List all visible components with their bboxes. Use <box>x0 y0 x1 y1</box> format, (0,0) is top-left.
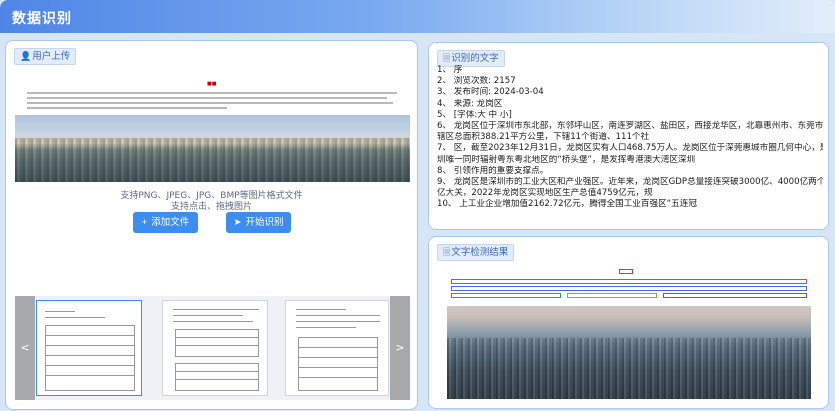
recognized-line: 4、 来源: 龙岗区 <box>437 98 503 109</box>
detection-result-tag-label: 文字检测结果 <box>451 247 509 258</box>
thumb-table <box>298 337 378 391</box>
thumb-line <box>296 321 380 322</box>
thumb-line <box>296 315 380 316</box>
detection-result-image <box>447 266 811 399</box>
thumb-line <box>45 317 105 318</box>
detection-box <box>663 293 807 298</box>
carousel-thumbnail[interactable] <box>36 300 142 396</box>
carousel-thumbnail[interactable] <box>285 300 389 396</box>
preview-city-buildings <box>15 138 410 182</box>
thumb-line <box>175 371 259 372</box>
detection-box <box>451 279 807 284</box>
recognized-text-list: 1、 序 2、 浏览次数: 2157 3、 发布时间: 2024-03-04 4… <box>437 65 823 211</box>
upload-tag: 👤用户上传 <box>14 48 77 65</box>
thumb-line <box>173 321 253 322</box>
recognized-line: 5、 [字体:大 中 小] <box>437 109 512 120</box>
page-title: 数据识别 <box>12 11 72 27</box>
page-header: 数据识别 <box>0 0 835 33</box>
thumb-line <box>175 379 259 380</box>
image-carousel: < > <box>15 296 410 400</box>
thumb-table <box>175 329 259 357</box>
recognized-line: 圳唯一同时辐射粤东粤北地区的“桥头堡”，是发挥粤港澳大湾区深圳 <box>437 154 696 165</box>
detection-city-buildings <box>447 338 811 399</box>
thumb-line <box>298 357 378 358</box>
carousel-next-button[interactable]: > <box>390 296 410 400</box>
thumb-line <box>45 311 75 312</box>
add-file-label: 添加文件 <box>151 217 190 228</box>
preview-text-line <box>27 107 227 109</box>
detection-box <box>567 293 657 298</box>
carousel-prev-button[interactable]: < <box>15 296 35 400</box>
start-recognition-label: 开始识别 <box>245 217 284 228</box>
thumb-line <box>298 367 378 368</box>
recognized-line: 亿大关，2022年龙岗区实现地区生产总值4759亿元，规 <box>437 188 653 199</box>
thumb-line <box>296 309 346 310</box>
document-icon: 🗏 <box>443 248 451 258</box>
recognized-line: 7、 区，截至2023年12月31日，龙岗区实有人口468.75万人。龙岗区位于… <box>437 143 823 154</box>
send-icon: ➤ <box>233 217 242 228</box>
thumb-line <box>175 345 259 346</box>
recognized-line: 辖区总面积388.21平方公里，下辖11个街道、111个社 <box>437 132 650 143</box>
recognized-line: 9、 龙岗区是深圳市的工业大区和产业强区。近年来，龙岗区GDP总量接连突破300… <box>437 177 823 188</box>
user-icon: 👤 <box>20 52 32 62</box>
preview-text-line <box>27 92 397 94</box>
plus-icon: + <box>141 217 148 228</box>
thumb-line <box>175 337 259 338</box>
recognized-line: 8、 引领作用的重要支撑点。 <box>437 165 549 176</box>
detection-box <box>619 269 633 274</box>
thumb-table <box>175 363 259 391</box>
thumb-line <box>45 355 135 356</box>
thumb-line <box>298 377 378 378</box>
recognized-line: 3、 发布时间: 2024-03-04 <box>437 87 544 98</box>
thumb-line <box>45 375 135 376</box>
thumb-line <box>45 335 135 336</box>
preview-text-line <box>27 102 393 104</box>
thumb-line <box>45 365 135 366</box>
thumb-line <box>296 327 356 328</box>
upload-tag-label: 用户上传 <box>32 51 71 62</box>
recognized-line: 1、 序 <box>437 65 463 75</box>
uploaded-image-preview[interactable]: ■■ <box>15 78 410 182</box>
preview-text-line <box>27 97 387 99</box>
carousel-thumbnail[interactable] <box>162 300 268 396</box>
recognized-line: 2、 浏览次数: 2157 <box>437 76 516 87</box>
add-file-button[interactable]: + 添加文件 <box>133 212 198 233</box>
recognized-text-tag-label: 识别的文字 <box>451 53 499 64</box>
thumb-line <box>298 347 378 348</box>
start-recognition-button[interactable]: ➤ 开始识别 <box>226 212 291 233</box>
detection-box <box>451 286 807 291</box>
thumb-line <box>45 345 135 346</box>
recognized-line: 10、 上工业企业增加值2162.72亿元，腾得全国工业百强区“五连冠 <box>437 199 697 210</box>
recognized-line: 6、 龙岗区位于深圳市东北部，东邻坪山区，南连罗湖区、盐田区，西接龙华区，北靠惠… <box>437 121 823 132</box>
detection-box <box>451 293 561 298</box>
document-icon: 🗏 <box>443 54 451 64</box>
preview-doc-title: ■■ <box>207 81 217 87</box>
thumb-line <box>173 309 259 310</box>
upload-hint-drag: 支持点击、拖拽图片 <box>170 202 252 212</box>
detection-result-tag: 🗏文字检测结果 <box>437 244 515 261</box>
thumb-line <box>173 315 243 316</box>
